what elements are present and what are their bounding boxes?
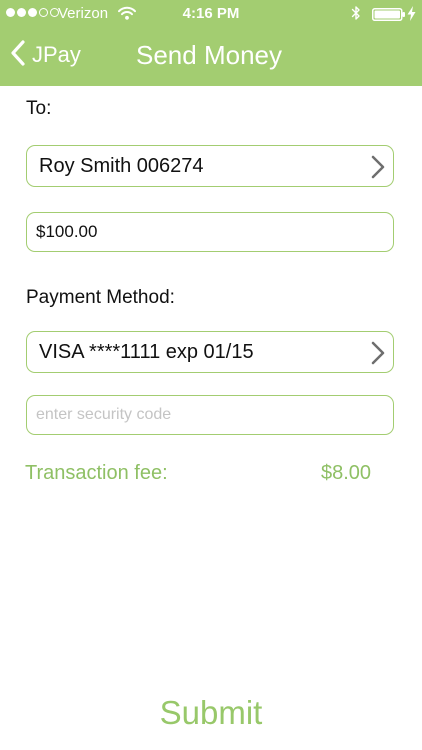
chevron-left-icon xyxy=(10,39,26,71)
payment-method-label: Payment Method: xyxy=(26,287,175,308)
to-label: To: xyxy=(26,98,52,119)
bluetooth-icon xyxy=(351,5,361,25)
top-bar: Verizon 4:16 PM JPay Send Money xyxy=(0,0,422,86)
recipient-selector[interactable]: Roy Smith 006274 xyxy=(26,145,394,187)
submit-button[interactable]: Submit xyxy=(0,694,422,732)
security-code-input[interactable]: enter security code xyxy=(26,395,394,435)
chevron-right-icon xyxy=(371,155,385,185)
page-title: Send Money xyxy=(136,40,282,70)
transaction-fee-value: $8.00 xyxy=(321,462,372,484)
security-code-placeholder: enter security code xyxy=(36,406,172,423)
amount-input[interactable]: $100.00 xyxy=(26,212,394,252)
payment-method-selector[interactable]: VISA ****1111 exp 01/15 xyxy=(26,331,394,373)
recipient-value: Roy Smith 006274 xyxy=(39,154,204,177)
amount-value: $100.00 xyxy=(36,222,98,241)
back-button-label: JPay xyxy=(32,42,81,67)
charging-lightning-icon xyxy=(407,6,416,25)
transaction-fee-label: Transaction fee: xyxy=(25,462,168,484)
chevron-right-icon xyxy=(371,341,385,371)
battery-icon xyxy=(372,8,406,25)
status-bar: Verizon 4:16 PM xyxy=(0,0,422,28)
back-button[interactable]: JPay xyxy=(10,38,81,72)
payment-method-value: VISA ****1111 exp 01/15 xyxy=(39,340,254,363)
